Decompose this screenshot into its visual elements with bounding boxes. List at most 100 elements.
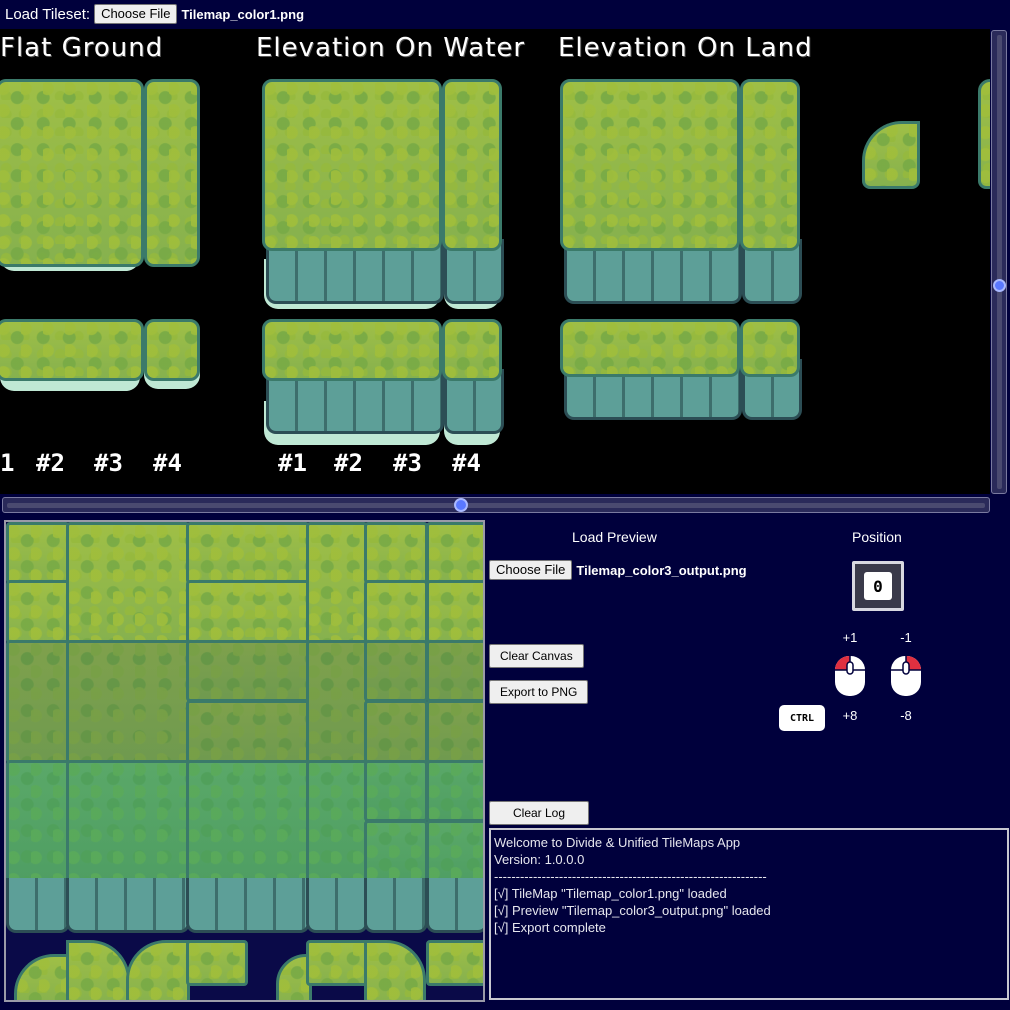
grass-tile	[262, 79, 442, 251]
water-number-2: #2	[334, 449, 363, 477]
canvas-tile	[364, 700, 428, 764]
canvas-tile	[364, 760, 428, 822]
right-click-decrement: -1	[900, 630, 912, 645]
elevation-land-title: Elevation On Land	[558, 33, 813, 63]
canvas-tile	[6, 760, 70, 884]
canvas-slope	[66, 940, 130, 1000]
grass-tile	[442, 79, 502, 251]
canvas-slope	[364, 940, 426, 1000]
preview-file-name: Tilemap_color3_output.png	[576, 562, 747, 578]
mouse-right-click-icon	[891, 655, 921, 696]
log-line: [√] Preview "Tilemap_color3_output.png" …	[494, 903, 771, 918]
ctrl-right-click-decrement: -8	[900, 708, 912, 723]
grass-tile	[0, 319, 144, 381]
canvas-tile	[186, 640, 310, 702]
grass-tile	[740, 319, 800, 377]
flat-number-4: #4	[153, 449, 182, 477]
canvas-cliff	[6, 878, 70, 933]
position-value: 0	[864, 572, 892, 600]
grass-tile	[144, 319, 200, 381]
canvas-tile	[306, 760, 368, 884]
canvas-tile	[186, 940, 248, 986]
grass-tile	[144, 79, 200, 267]
canvas-tile	[186, 580, 310, 644]
tileset-choose-file-button[interactable]: Choose File	[94, 4, 178, 24]
flat-ground-title: Flat Ground	[0, 33, 164, 63]
grass-tile	[740, 79, 800, 251]
water-number-4: #4	[452, 449, 481, 477]
canvas-tile	[364, 580, 428, 644]
canvas-tile	[66, 640, 190, 764]
slider-thumb[interactable]	[993, 279, 1006, 292]
canvas-tile	[186, 522, 310, 584]
canvas-tile	[364, 522, 428, 584]
tileset-vertical-slider[interactable]	[991, 30, 1007, 494]
log-line: Version: 1.0.0.0	[494, 852, 585, 867]
grass-tile	[560, 319, 740, 377]
flat-number-2: #2	[36, 449, 65, 477]
load-preview-title: Load Preview	[572, 529, 657, 545]
log-line: [√] TileMap "Tilemap_color1.png" loaded	[494, 886, 727, 901]
preview-file-picker: Choose File Tilemap_color3_output.png	[489, 560, 747, 580]
canvas-tile	[426, 940, 483, 986]
canvas-cliff	[306, 878, 368, 933]
clear-canvas-button[interactable]: Clear Canvas	[489, 644, 584, 668]
canvas-tile	[364, 820, 428, 884]
canvas-slope	[14, 954, 70, 1000]
canvas-tile	[426, 820, 483, 884]
ctrl-key-icon: CTRL	[779, 705, 825, 731]
position-title: Position	[852, 529, 902, 545]
canvas-tile	[6, 580, 70, 644]
flat-number-3: #3	[94, 449, 123, 477]
canvas-tile	[426, 580, 483, 644]
canvas-tile	[426, 522, 483, 584]
slider-track	[997, 35, 1002, 489]
slope-tile	[978, 79, 990, 189]
canvas-tile	[6, 640, 70, 764]
canvas-tile	[6, 522, 70, 584]
canvas-cliff	[426, 878, 483, 933]
slope-tile	[862, 121, 920, 189]
log-line: [√] Export complete	[494, 920, 606, 935]
tileset-viewport[interactable]: Flat Ground Elevation On Water Elevation…	[0, 29, 990, 494]
canvas-tile	[186, 760, 310, 884]
canvas-tile	[364, 640, 428, 702]
canvas-tile	[306, 522, 368, 644]
grass-tile	[262, 319, 442, 381]
preview-choose-file-button[interactable]: Choose File	[489, 560, 573, 580]
position-display: 0	[852, 561, 904, 611]
grass-tile	[0, 79, 144, 267]
canvas-tile	[426, 640, 483, 702]
canvas-tile	[426, 700, 483, 764]
slider-track	[7, 503, 985, 508]
canvas-tile	[66, 760, 190, 884]
flat-number-1: 1	[0, 449, 15, 477]
left-click-increment: +1	[842, 630, 858, 645]
canvas-cliff	[66, 878, 190, 933]
tileset-file-name: Tilemap_color1.png	[181, 6, 305, 22]
ctrl-left-click-increment: +8	[842, 708, 858, 723]
water-number-1: #1	[278, 449, 307, 477]
output-canvas[interactable]	[4, 520, 485, 1002]
mouse-left-click-icon	[835, 655, 865, 696]
canvas-tile	[66, 522, 190, 644]
export-png-button[interactable]: Export to PNG	[489, 680, 589, 704]
canvas-tile	[306, 640, 368, 764]
canvas-tile	[426, 760, 483, 822]
grass-tile	[560, 79, 740, 251]
log-panel[interactable]: Welcome to Divide & Unified TileMaps App…	[489, 828, 1009, 1000]
app-window: Load Tileset: Choose File Tilemap_color1…	[0, 0, 1010, 1010]
water-number-3: #3	[393, 449, 422, 477]
canvas-tile	[306, 940, 368, 986]
load-tileset-label: Load Tileset:	[5, 5, 91, 23]
ctrl-key-label: CTRL	[789, 712, 815, 724]
top-bar: Load Tileset: Choose File Tilemap_color1…	[0, 0, 1010, 28]
elevation-water-title: Elevation On Water	[256, 33, 526, 63]
canvas-cliff	[364, 878, 428, 933]
log-line: ----------------------------------------…	[494, 869, 767, 884]
slider-thumb[interactable]	[454, 498, 468, 512]
grass-tile	[442, 319, 502, 381]
clear-log-button[interactable]: Clear Log	[489, 801, 590, 825]
tileset-horizontal-slider[interactable]	[2, 497, 990, 513]
canvas-tile	[186, 700, 310, 764]
